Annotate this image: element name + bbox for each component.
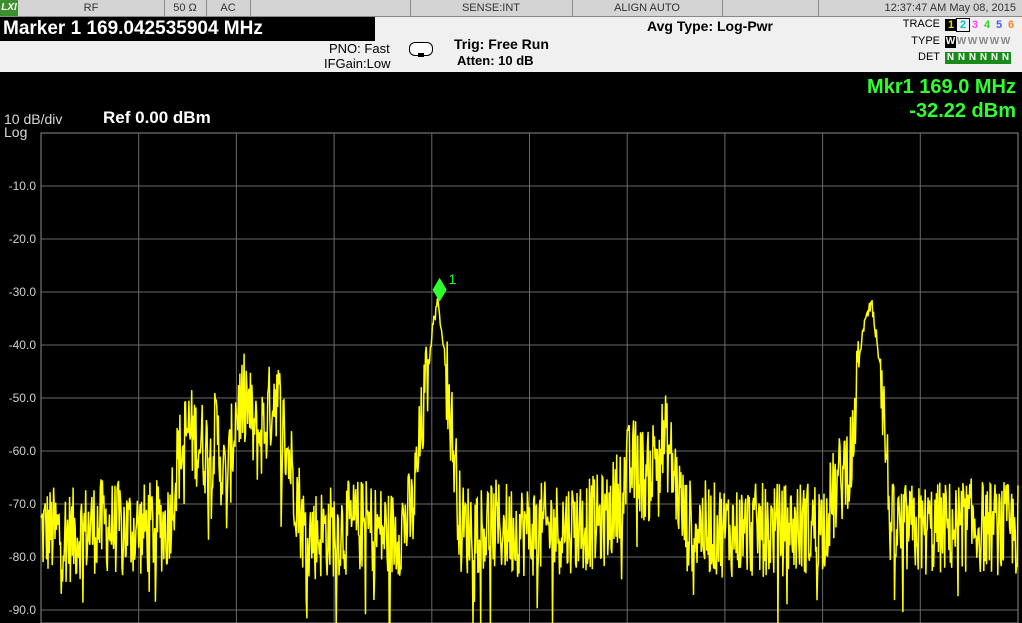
- y-tick-label: -70.0: [9, 497, 37, 511]
- y-tick-label: -30.0: [9, 285, 37, 299]
- marker-1: 1: [432, 271, 457, 302]
- marker-diamond-icon[interactable]: [432, 277, 447, 302]
- spectrum-plot[interactable]: -10.0 -20.0 -30.0 -40.0 -50.0 -60.0 -70.0 -80.0…: [0, 0, 1022, 623]
- y-tick-label: -60.0: [9, 444, 37, 458]
- y-tick-label: -20.0: [9, 232, 37, 246]
- y-tick-label: -50.0: [9, 391, 37, 405]
- y-tick-label: -10.0: [9, 179, 37, 193]
- y-axis-ticks: -10.0 -20.0 -30.0 -40.0 -50.0 -60.0 -70.0 -80.0…: [9, 179, 37, 617]
- y-tick-label: -80.0: [9, 550, 37, 564]
- marker-number-label: 1: [449, 271, 457, 287]
- y-tick-label: -40.0: [9, 338, 37, 352]
- y-tick-label: -90.0: [9, 603, 37, 617]
